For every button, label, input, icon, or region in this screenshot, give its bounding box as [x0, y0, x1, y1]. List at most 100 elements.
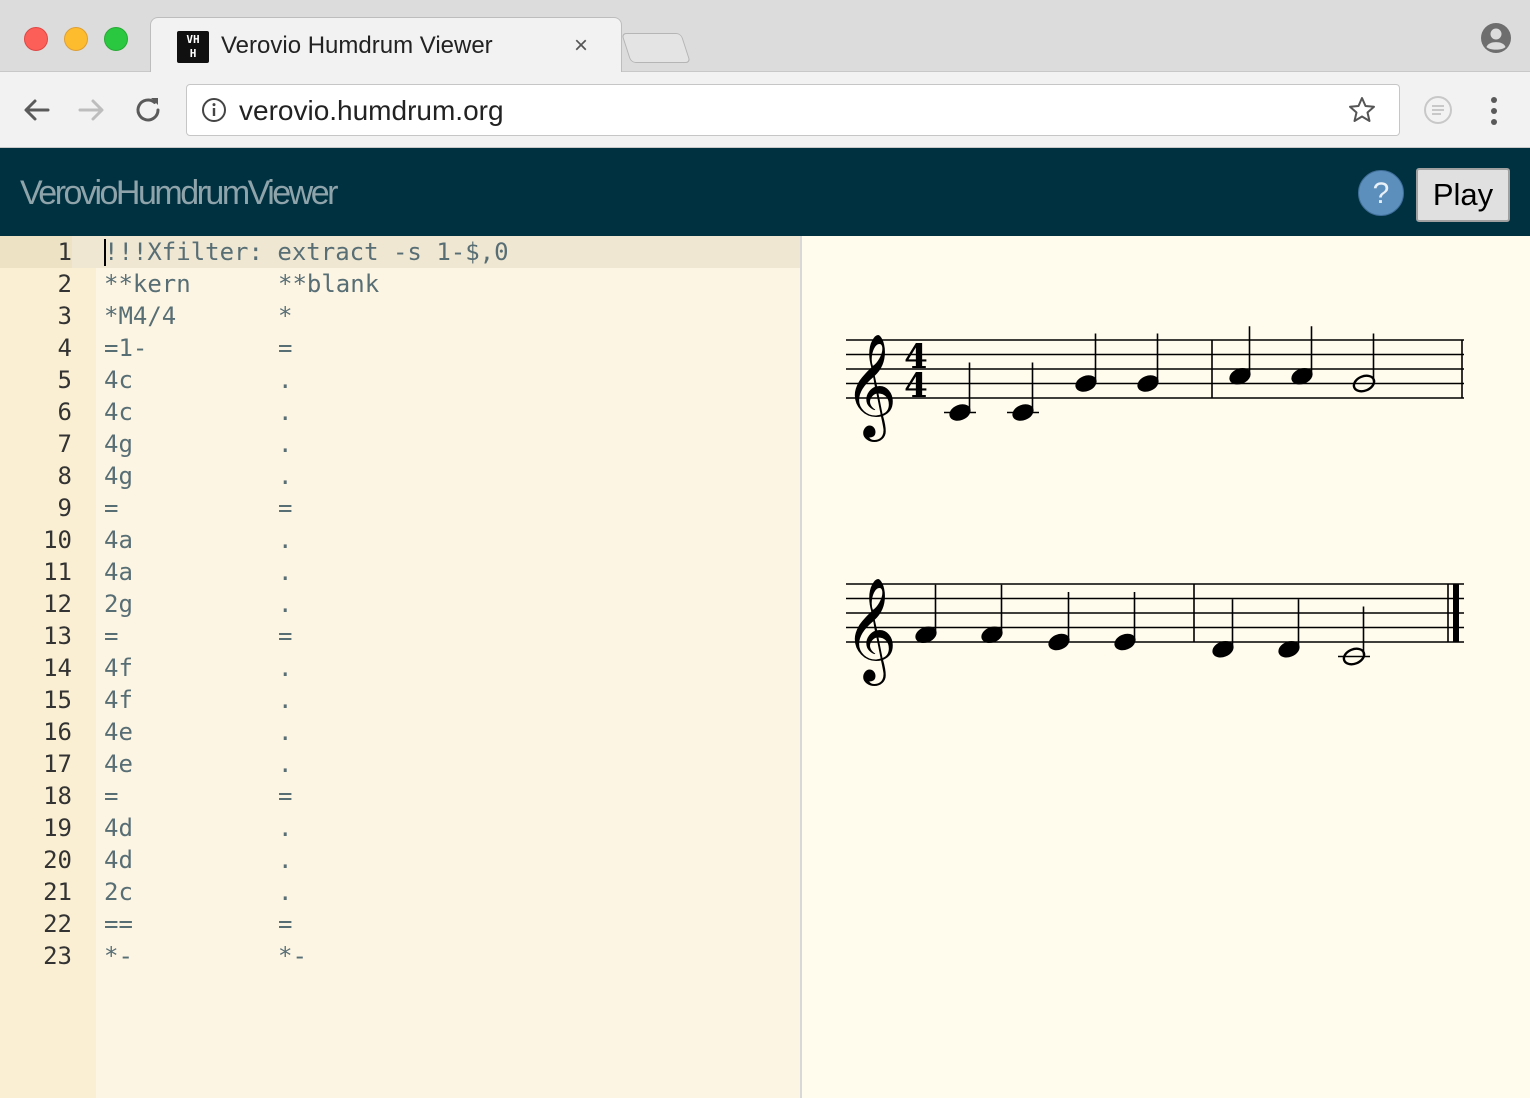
- reload-icon[interactable]: [132, 94, 164, 126]
- line-number: 1: [0, 236, 72, 268]
- minimize-window-button[interactable]: [64, 27, 88, 51]
- code-line[interactable]: 5 4c.: [0, 364, 800, 396]
- blank-token[interactable]: =: [278, 620, 292, 652]
- humdrum-text-editor[interactable]: 1 !!!Xfilter: extract -s 1-$,0 2 **kern **bl…: [0, 236, 800, 1098]
- blank-token[interactable]: .: [278, 652, 292, 684]
- line-number: 7: [57, 430, 72, 458]
- kern-token[interactable]: ==: [104, 908, 133, 940]
- kern-token[interactable]: 4c: [104, 364, 133, 396]
- close-window-button[interactable]: [24, 27, 48, 51]
- code-line[interactable]: 2 **kern **blank: [0, 268, 800, 300]
- site-info-icon[interactable]: [201, 97, 227, 123]
- kern-token[interactable]: 2g: [104, 588, 133, 620]
- kern-token[interactable]: =: [104, 620, 118, 652]
- blank-token[interactable]: .: [278, 812, 292, 844]
- kern-token[interactable]: 4a: [104, 556, 133, 588]
- line-number: 2: [57, 270, 72, 298]
- play-button[interactable]: Play: [1416, 168, 1510, 222]
- code-line[interactable]: 21 2c.: [0, 876, 800, 908]
- music-notation-pane[interactable]: 𝄞 4 4 𝄞: [802, 236, 1530, 1098]
- blank-token[interactable]: .: [278, 460, 292, 492]
- browser-toolbar: verovio.humdrum.org: [0, 72, 1530, 148]
- blank-token[interactable]: *: [278, 300, 292, 332]
- code-line[interactable]: 20 4d.: [0, 844, 800, 876]
- line-number: 22: [43, 910, 72, 938]
- code-line[interactable]: 17 4e.: [0, 748, 800, 780]
- url-text[interactable]: verovio.humdrum.org: [239, 95, 504, 127]
- code-line[interactable]: 3 *M4/4 *: [0, 300, 800, 332]
- line-number: 4: [57, 334, 72, 362]
- blank-token[interactable]: **blank: [278, 268, 379, 300]
- code-line[interactable]: 11 4a.: [0, 556, 800, 588]
- forward-arrow-icon[interactable]: [76, 94, 108, 126]
- help-button[interactable]: ?: [1358, 170, 1404, 216]
- maximize-window-button[interactable]: [104, 27, 128, 51]
- code-line[interactable]: 8 4g.: [0, 460, 800, 492]
- blank-token[interactable]: .: [278, 396, 292, 428]
- blank-token[interactable]: =: [278, 332, 292, 364]
- code-line[interactable]: 12 2g.: [0, 588, 800, 620]
- blank-token[interactable]: .: [278, 364, 292, 396]
- blank-token[interactable]: .: [278, 428, 292, 460]
- line-number: 15: [43, 686, 72, 714]
- kern-token[interactable]: 4a: [104, 524, 133, 556]
- line-number: 11: [43, 558, 72, 586]
- profile-icon[interactable]: [1480, 22, 1512, 54]
- bookmark-star-icon[interactable]: [1347, 95, 1377, 125]
- code-line[interactable]: 15 4f.: [0, 684, 800, 716]
- code-line[interactable]: 19 4d.: [0, 812, 800, 844]
- tab-verovio-humdrum-viewer[interactable]: VH H Verovio Humdrum Viewer ×: [150, 17, 622, 73]
- kern-token[interactable]: 4d: [104, 844, 133, 876]
- tab-strip: VH H Verovio Humdrum Viewer ×: [0, 0, 1530, 73]
- code-line[interactable]: 13 = =: [0, 620, 800, 652]
- kern-token[interactable]: 4e: [104, 748, 133, 780]
- code-line[interactable]: 4 =1- =: [0, 332, 800, 364]
- back-arrow-icon[interactable]: [20, 94, 52, 126]
- code-line[interactable]: 14 4f.: [0, 652, 800, 684]
- kern-token[interactable]: *M4/4: [104, 300, 176, 332]
- blank-token[interactable]: =: [278, 908, 292, 940]
- kern-token[interactable]: *-: [104, 940, 133, 972]
- blank-token[interactable]: .: [278, 716, 292, 748]
- blank-token[interactable]: .: [278, 588, 292, 620]
- code-line[interactable]: 16 4e.: [0, 716, 800, 748]
- kern-token[interactable]: 4c: [104, 396, 133, 428]
- line-number: 17: [43, 750, 72, 778]
- kern-token[interactable]: !!!Xfilter: extract -s 1-$,0: [104, 236, 509, 268]
- blank-token[interactable]: .: [278, 876, 292, 908]
- code-line[interactable]: 10 4a.: [0, 524, 800, 556]
- code-line[interactable]: 18 = =: [0, 780, 800, 812]
- code-line[interactable]: 22 == =: [0, 908, 800, 940]
- blank-token[interactable]: *-: [278, 940, 307, 972]
- text-cursor: [104, 239, 106, 266]
- new-tab-button[interactable]: [621, 33, 691, 63]
- code-line[interactable]: 7 4g.: [0, 428, 800, 460]
- more-menu-icon[interactable]: [1484, 94, 1504, 128]
- kern-token[interactable]: 4d: [104, 812, 133, 844]
- kern-token[interactable]: 4g: [104, 428, 133, 460]
- code-line[interactable]: 9 = =: [0, 492, 800, 524]
- address-bar[interactable]: verovio.humdrum.org: [186, 84, 1400, 136]
- blank-token[interactable]: =: [278, 492, 292, 524]
- reader-mode-icon[interactable]: [1422, 94, 1454, 126]
- kern-token[interactable]: 2c: [104, 876, 133, 908]
- blank-token[interactable]: .: [278, 748, 292, 780]
- kern-token[interactable]: 4f: [104, 684, 133, 716]
- code-line[interactable]: 23 *- *-: [0, 940, 800, 972]
- blank-token[interactable]: .: [278, 844, 292, 876]
- kern-token[interactable]: =: [104, 780, 118, 812]
- kern-token[interactable]: 4e: [104, 716, 133, 748]
- blank-token[interactable]: .: [278, 524, 292, 556]
- blank-token[interactable]: =: [278, 780, 292, 812]
- kern-token[interactable]: 4g: [104, 460, 133, 492]
- app-title: VerovioHumdrumViewer: [20, 174, 338, 212]
- kern-token[interactable]: 4f: [104, 652, 133, 684]
- blank-token[interactable]: .: [278, 556, 292, 588]
- kern-token[interactable]: =: [104, 492, 118, 524]
- kern-token[interactable]: **kern: [104, 268, 191, 300]
- code-line[interactable]: 1 !!!Xfilter: extract -s 1-$,0: [0, 236, 800, 268]
- code-line[interactable]: 6 4c.: [0, 396, 800, 428]
- blank-token[interactable]: .: [278, 684, 292, 716]
- tab-close-icon[interactable]: ×: [574, 32, 588, 60]
- kern-token[interactable]: =1-: [104, 332, 147, 364]
